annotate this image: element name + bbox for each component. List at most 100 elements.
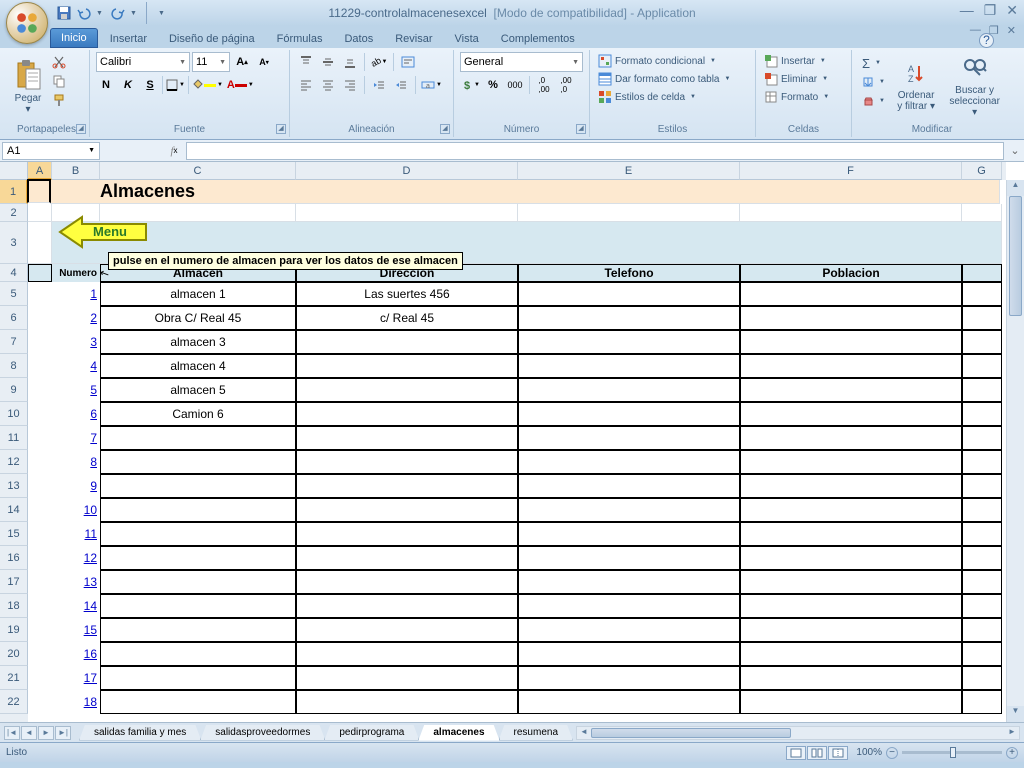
undo-dropdown-icon[interactable]: ▼ — [96, 10, 106, 17]
row-header[interactable]: 3 — [0, 222, 28, 264]
align-right-icon[interactable] — [340, 75, 360, 95]
cell[interactable] — [28, 426, 52, 450]
sheet-nav-first-icon[interactable]: |◄ — [4, 726, 20, 740]
cell[interactable] — [518, 426, 740, 450]
spreadsheet-grid[interactable]: ABCDEFG 12345678910111213141516171819202… — [0, 162, 1024, 722]
row-link[interactable]: 6 — [90, 407, 97, 421]
cell[interactable] — [962, 570, 1002, 594]
sheet-tab[interactable]: resumena — [499, 725, 573, 741]
zoom-slider[interactable] — [902, 751, 1002, 754]
workbook-close-icon[interactable]: ✕ — [1007, 24, 1016, 37]
row-header[interactable]: 21 — [0, 666, 28, 690]
cell[interactable] — [518, 594, 740, 618]
row-header[interactable]: 10 — [0, 402, 28, 426]
cell[interactable] — [740, 204, 962, 222]
cell[interactable] — [962, 498, 1002, 522]
cell[interactable] — [740, 690, 962, 714]
row-header[interactable]: 19 — [0, 618, 28, 642]
cell[interactable] — [296, 354, 518, 378]
cell[interactable] — [296, 402, 518, 426]
cell[interactable]: 7 — [52, 426, 100, 450]
row-header[interactable]: 1 — [0, 180, 28, 204]
percent-icon[interactable]: % — [483, 75, 503, 95]
cell[interactable] — [28, 402, 52, 426]
cell[interactable] — [296, 618, 518, 642]
cell[interactable] — [296, 642, 518, 666]
cell[interactable] — [28, 450, 52, 474]
cell[interactable]: almacen 1 — [100, 282, 296, 306]
column-header[interactable]: D — [296, 162, 518, 180]
row-link[interactable]: 11 — [85, 527, 97, 541]
cell[interactable] — [28, 498, 52, 522]
cell[interactable] — [100, 666, 296, 690]
cell[interactable] — [962, 330, 1002, 354]
format-as-table-button[interactable]: Dar formato como tabla▼ — [596, 70, 749, 88]
cell[interactable] — [27, 179, 51, 203]
underline-button[interactable]: S — [140, 75, 160, 95]
cell[interactable]: almacen 5 — [100, 378, 296, 402]
sheet-nav-next-icon[interactable]: ► — [38, 726, 54, 740]
row-link[interactable]: 17 — [84, 671, 97, 685]
align-middle-icon[interactable] — [318, 52, 338, 72]
cell[interactable] — [28, 204, 52, 222]
increase-decimal-icon[interactable]: ,0,00 — [534, 75, 554, 95]
comma-style-icon[interactable]: 000 — [505, 75, 525, 95]
cell[interactable] — [28, 522, 52, 546]
cell[interactable] — [296, 378, 518, 402]
cell[interactable] — [28, 546, 52, 570]
cell[interactable] — [100, 522, 296, 546]
cell[interactable] — [962, 546, 1002, 570]
scroll-up-icon[interactable]: ▲ — [1007, 180, 1024, 196]
cell[interactable] — [740, 546, 962, 570]
find-select-button[interactable]: Buscar y seleccionar ▾ — [943, 52, 1006, 122]
cell[interactable] — [740, 594, 962, 618]
row-header[interactable]: 15 — [0, 522, 28, 546]
cell[interactable] — [962, 306, 1002, 330]
row-header[interactable]: 12 — [0, 450, 28, 474]
cell[interactable] — [28, 642, 52, 666]
increase-indent-icon[interactable] — [391, 75, 411, 95]
cell[interactable]: 2 — [52, 306, 100, 330]
cell[interactable] — [28, 690, 52, 714]
row-link[interactable]: 18 — [84, 695, 97, 709]
cell[interactable]: 15 — [52, 618, 100, 642]
insert-cells-button[interactable]: Insertar▼ — [762, 52, 845, 70]
formula-input[interactable] — [186, 142, 1004, 160]
font-color-button[interactable]: A▼ — [226, 75, 255, 95]
cell[interactable]: almacen 4 — [100, 354, 296, 378]
cell[interactable] — [100, 618, 296, 642]
tab-formulas[interactable]: Fórmulas — [267, 30, 333, 48]
font-name-combo[interactable]: Calibri▼ — [96, 52, 190, 72]
row-link[interactable]: 7 — [90, 431, 97, 445]
cell[interactable] — [740, 306, 962, 330]
cut-icon[interactable] — [50, 54, 68, 70]
cell[interactable] — [962, 594, 1002, 618]
row-header[interactable]: 16 — [0, 546, 28, 570]
tab-datos[interactable]: Datos — [334, 30, 383, 48]
cell[interactable] — [296, 426, 518, 450]
zoom-out-icon[interactable]: − — [886, 747, 898, 759]
cell[interactable] — [100, 546, 296, 570]
row-link[interactable]: 15 — [84, 623, 97, 637]
cell[interactable] — [518, 306, 740, 330]
column-header[interactable]: F — [740, 162, 962, 180]
cell[interactable]: 6 — [52, 402, 100, 426]
cell[interactable] — [28, 282, 52, 306]
scroll-thumb[interactable] — [1009, 196, 1022, 316]
cell[interactable] — [296, 330, 518, 354]
cell[interactable] — [100, 474, 296, 498]
number-dialog-launcher[interactable]: ◢ — [576, 124, 586, 134]
column-header[interactable]: B — [52, 162, 100, 180]
cell[interactable] — [100, 690, 296, 714]
cell[interactable] — [740, 330, 962, 354]
row-link[interactable]: 12 — [84, 551, 97, 565]
italic-button[interactable]: K — [118, 75, 138, 95]
cell[interactable] — [740, 282, 962, 306]
grow-font-icon[interactable]: A▴ — [232, 52, 252, 72]
cell[interactable] — [962, 354, 1002, 378]
cell[interactable] — [296, 546, 518, 570]
cell[interactable] — [518, 204, 740, 222]
column-header[interactable]: E — [518, 162, 740, 180]
row-link[interactable]: 1 — [90, 287, 97, 301]
menu-arrow-shape[interactable]: Menu — [58, 215, 150, 252]
